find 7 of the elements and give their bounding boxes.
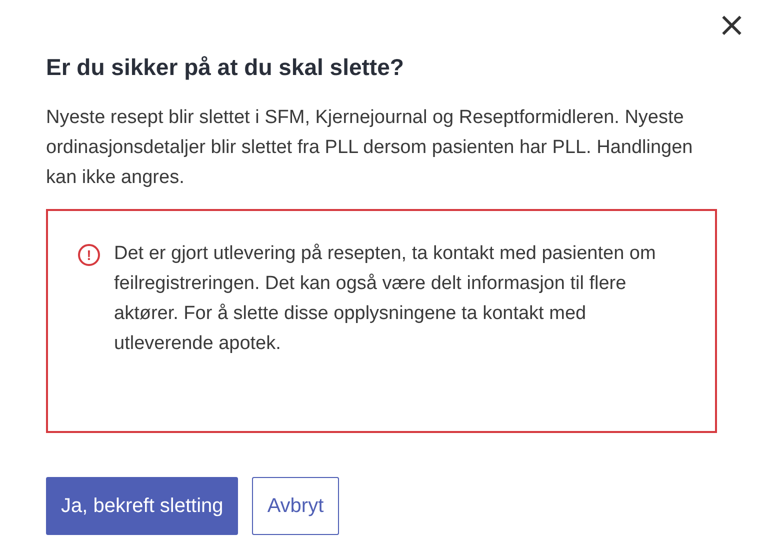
alert-icon: ! [78,244,100,266]
cancel-button[interactable]: Avbryt [252,477,339,535]
dialog-title: Er du sikker på at du skal slette? [46,54,405,81]
alert-message: Det er gjort utlevering på resepten, ta kontakt med pasienten om feilregistreringen. Det kan også være delt informasjon til flere aktører. For å slette disse opplysningene ta kontakt med utleverende apotek. [114,242,657,356]
confirm-button[interactable]: Ja, bekreft sletting [46,477,238,535]
close-button[interactable]: × [714,8,750,42]
dialog-message: Nyeste resept blir slettet i SFM, Kjernejournal og Reseptformidleren. Nyeste ordinasjonsdetaljer blir slettet fra PLL dersom pasienten har PLL. Handlingen kan ikke angres. [46,106,694,190]
